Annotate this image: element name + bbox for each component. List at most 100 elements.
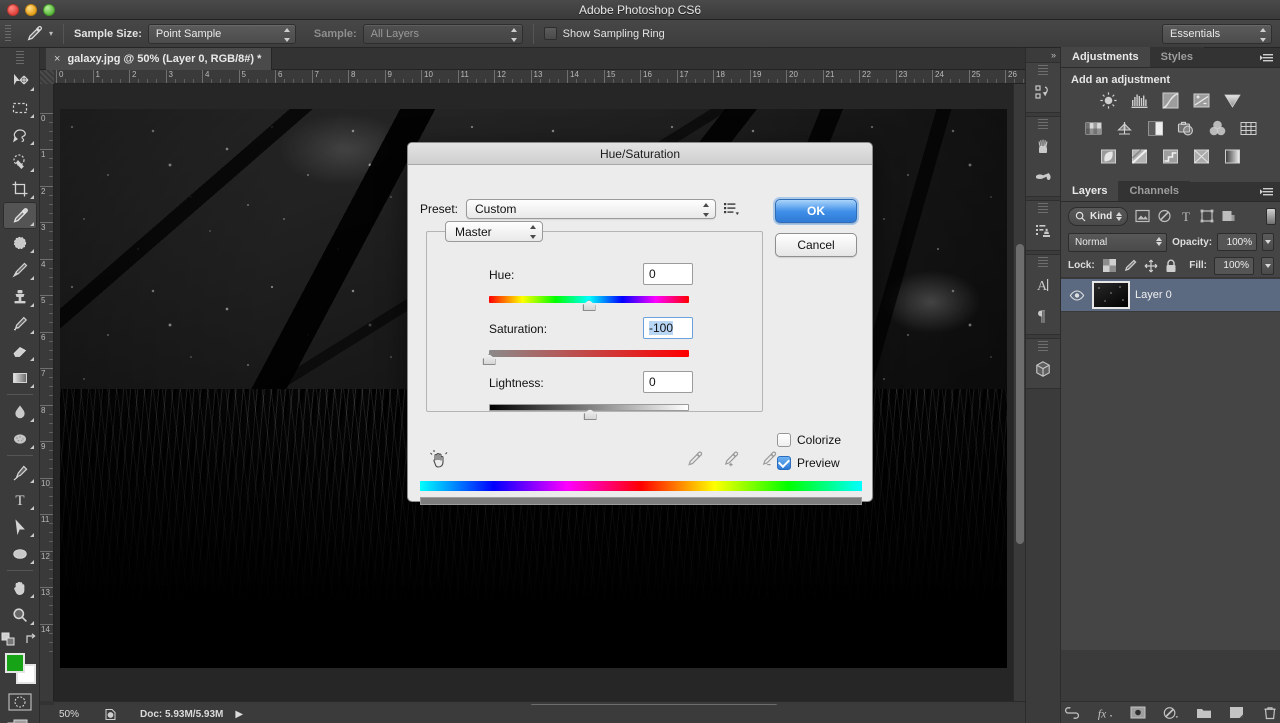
layer-visibility-toggle[interactable] bbox=[1067, 289, 1087, 301]
pen-tool[interactable] bbox=[3, 459, 37, 486]
hue-saturation-dialog[interactable]: Hue/Saturation Preset: Custom OK Cancel bbox=[407, 142, 873, 505]
new-adjustment-layer-icon[interactable] bbox=[1163, 705, 1179, 721]
dock-group-grip[interactable] bbox=[1038, 203, 1048, 215]
eyedropper-add-icon[interactable] bbox=[722, 450, 742, 471]
3d-panel-icon[interactable] bbox=[1026, 354, 1060, 384]
options-bar-grip[interactable] bbox=[5, 24, 11, 43]
hand-grab-icon[interactable] bbox=[428, 448, 450, 470]
link-layers-icon[interactable] bbox=[1064, 705, 1080, 721]
vertical-ruler[interactable]: 0 1 2 3 4 5 6 7 8 9 10 11 12 13 14 bbox=[40, 84, 54, 701]
channel-select[interactable]: Master bbox=[445, 221, 543, 242]
spot-healing-brush-tool[interactable] bbox=[3, 229, 37, 256]
cancel-button[interactable]: Cancel bbox=[775, 233, 857, 257]
lock-transparent-pixels-icon[interactable] bbox=[1102, 259, 1116, 272]
path-selection-tool[interactable] bbox=[3, 513, 37, 540]
hand-tool[interactable] bbox=[3, 574, 37, 601]
move-tool[interactable] bbox=[3, 67, 37, 94]
posterize-icon[interactable] bbox=[1130, 146, 1150, 166]
paragraph-panel-icon[interactable]: ¶ bbox=[1026, 300, 1060, 330]
workspace-switcher[interactable]: Essentials bbox=[1162, 23, 1272, 44]
crop-tool[interactable] bbox=[3, 175, 37, 202]
color-balance-scale-icon[interactable] bbox=[1114, 118, 1134, 138]
saturation-input[interactable]: -100 bbox=[643, 317, 693, 339]
clone-stamp-tool[interactable] bbox=[3, 283, 37, 310]
saturation-slider-track[interactable] bbox=[482, 350, 689, 365]
hue-slider-knob[interactable] bbox=[582, 300, 596, 311]
type-layer-filter-icon[interactable]: T bbox=[1179, 209, 1193, 223]
preset-select[interactable]: Custom bbox=[466, 199, 717, 219]
photo-filter-icon[interactable] bbox=[1176, 118, 1196, 138]
gradient-tool[interactable] bbox=[3, 364, 37, 391]
brush-panel-icon[interactable] bbox=[1026, 132, 1060, 162]
scrollbar-thumb[interactable] bbox=[1016, 244, 1024, 544]
new-group-icon[interactable] bbox=[1196, 705, 1212, 721]
panel-menu-icon[interactable] bbox=[1260, 52, 1274, 64]
add-layer-mask-icon[interactable] bbox=[1130, 705, 1146, 721]
smart-object-filter-icon[interactable] bbox=[1221, 209, 1236, 223]
fill-value[interactable]: 100% bbox=[1214, 256, 1254, 275]
tab-channels[interactable]: Channels bbox=[1118, 181, 1190, 201]
show-sampling-ring-checkbox[interactable] bbox=[543, 27, 557, 40]
hue-saturation-icon[interactable] bbox=[1083, 118, 1103, 138]
history-brush-tool[interactable] bbox=[3, 310, 37, 337]
tab-styles[interactable]: Styles bbox=[1149, 47, 1205, 67]
vibrance-triangle-icon[interactable] bbox=[1223, 90, 1243, 110]
selective-color-icon[interactable] bbox=[1192, 146, 1212, 166]
eyedropper-sample-icon[interactable] bbox=[686, 450, 704, 471]
filter-toggle-icon[interactable] bbox=[1266, 207, 1276, 225]
opacity-value[interactable]: 100% bbox=[1217, 233, 1258, 251]
hue-input[interactable]: 0 bbox=[643, 263, 693, 285]
clone-source-panel-icon[interactable] bbox=[1026, 216, 1060, 246]
sample-size-select[interactable]: Point Sample bbox=[147, 23, 296, 44]
curves-icon[interactable] bbox=[1161, 90, 1181, 110]
hue-slider-track[interactable] bbox=[489, 296, 689, 311]
zoom-level[interactable]: 50% bbox=[40, 709, 98, 720]
color-lookup-grid-icon[interactable] bbox=[1238, 118, 1258, 138]
levels-histogram-icon[interactable] bbox=[1130, 90, 1150, 110]
layer-name[interactable]: Layer 0 bbox=[1135, 289, 1172, 301]
layers-panel-menu-icon[interactable] bbox=[1260, 186, 1274, 198]
swap-colors-icon[interactable] bbox=[24, 632, 39, 647]
default-colors-icon[interactable] bbox=[1, 632, 16, 647]
layer-thumbnail[interactable] bbox=[1092, 281, 1130, 309]
history-panel-icon[interactable] bbox=[1026, 78, 1060, 108]
marquee-tool[interactable] bbox=[3, 94, 37, 121]
screen-mode-button[interactable] bbox=[0, 719, 39, 723]
foreground-color-swatch[interactable] bbox=[4, 653, 25, 673]
brush-tool[interactable] bbox=[3, 256, 37, 283]
invert-icon[interactable] bbox=[1099, 146, 1119, 166]
layer-filter-kind-select[interactable]: Kind bbox=[1068, 206, 1129, 226]
layer-row[interactable]: Layer 0 bbox=[1061, 278, 1280, 312]
lock-position-icon[interactable] bbox=[1144, 259, 1158, 273]
lock-all-icon[interactable] bbox=[1165, 259, 1177, 273]
lasso-tool[interactable] bbox=[3, 121, 37, 148]
black-white-square-icon[interactable] bbox=[1145, 118, 1165, 138]
adjustment-layer-filter-icon[interactable] bbox=[1157, 209, 1172, 223]
tools-panel-grip[interactable] bbox=[15, 51, 24, 65]
threshold-icon[interactable] bbox=[1161, 146, 1181, 166]
document-profile-icon[interactable] bbox=[98, 708, 122, 721]
pixel-layer-filter-icon[interactable] bbox=[1135, 209, 1150, 223]
delete-layer-icon[interactable] bbox=[1262, 705, 1278, 721]
layer-style-fx-icon[interactable]: fx bbox=[1097, 705, 1113, 721]
preview-checkbox[interactable] bbox=[777, 456, 791, 470]
quick-selection-tool[interactable] bbox=[3, 148, 37, 175]
ellipse-shape-tool[interactable] bbox=[3, 540, 37, 567]
eyedropper-icon[interactable] bbox=[21, 23, 47, 45]
dodge-tool[interactable] bbox=[3, 425, 37, 452]
fill-dropdown-icon[interactable] bbox=[1261, 256, 1274, 275]
character-panel-icon[interactable]: A bbox=[1026, 270, 1060, 300]
horizontal-ruler[interactable]: 0 1 2 3 4 5 6 7 8 9 10 11 12 13 14 15 16 17 18 19 20 21 22 23 24… bbox=[40, 70, 1025, 84]
close-icon[interactable]: × bbox=[54, 53, 60, 65]
lock-image-pixels-icon[interactable] bbox=[1123, 259, 1137, 272]
ruler-corner[interactable] bbox=[40, 70, 54, 84]
new-layer-icon[interactable] bbox=[1229, 705, 1245, 721]
expand-panels-icon[interactable]: » bbox=[1026, 48, 1060, 62]
canvas-vertical-scrollbar[interactable] bbox=[1013, 84, 1025, 701]
exposure-icon[interactable] bbox=[1192, 90, 1212, 110]
dock-group-grip[interactable] bbox=[1038, 119, 1048, 131]
brightness-sun-icon[interactable] bbox=[1099, 90, 1119, 110]
preset-options-icon[interactable] bbox=[724, 201, 740, 217]
blend-mode-select[interactable]: Normal bbox=[1068, 232, 1168, 252]
type-tool[interactable]: T bbox=[3, 486, 37, 513]
